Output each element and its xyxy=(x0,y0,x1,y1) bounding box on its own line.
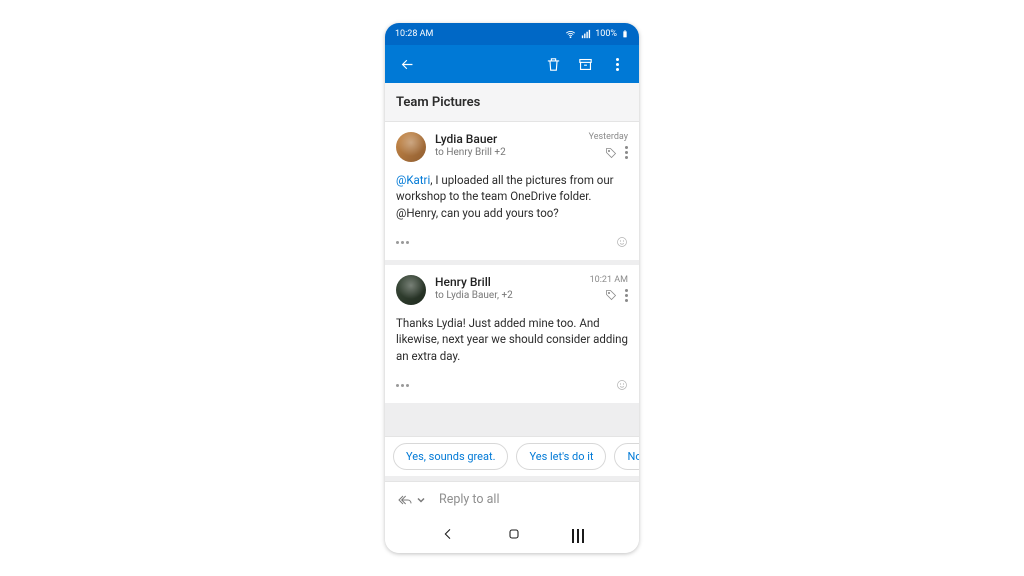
subject-bar: Team Pictures xyxy=(385,83,639,122)
suggestion-chip[interactable]: Yes let's do it xyxy=(516,443,606,470)
wifi-icon xyxy=(565,29,576,40)
tag-icon[interactable] xyxy=(605,147,617,159)
signal-icon xyxy=(580,29,591,40)
back-button[interactable] xyxy=(391,48,423,80)
message-timestamp: Yesterday xyxy=(589,132,628,142)
status-icons: 100% xyxy=(565,28,629,40)
more-vert-icon xyxy=(616,58,619,71)
message-timestamp: 10:21 AM xyxy=(590,275,628,285)
recipients-line[interactable]: to Henry Brill +2 xyxy=(435,147,580,158)
smiley-icon xyxy=(616,236,628,248)
thread[interactable]: Lydia Bauer to Henry Brill +2 Yesterday … xyxy=(385,122,639,519)
message-overflow-button[interactable] xyxy=(625,146,628,159)
status-bar: 10:28 AM 100% xyxy=(385,23,639,45)
battery-icon xyxy=(621,28,629,40)
sender-name: Henry Brill xyxy=(435,275,581,289)
recipients-line[interactable]: to Lydia Bauer, +2 xyxy=(435,290,581,301)
message-card: Lydia Bauer to Henry Brill +2 Yesterday … xyxy=(385,122,639,260)
square-icon xyxy=(506,526,522,542)
reply-mode-button[interactable] xyxy=(397,494,429,506)
reply-bar: Reply to all xyxy=(385,481,639,519)
reply-input[interactable]: Reply to all xyxy=(439,492,627,507)
message-card: Henry Brill to Lydia Bauer, +2 10:21 AM … xyxy=(385,265,639,403)
nav-back-button[interactable] xyxy=(440,526,456,546)
message-body: Thanks Lydia! Just added mine too. And l… xyxy=(396,315,628,364)
nav-recents-button[interactable] xyxy=(572,529,584,543)
delete-button[interactable] xyxy=(537,48,569,80)
message-body: @Katri, I uploaded all the pictures from… xyxy=(396,172,628,221)
chevron-down-icon xyxy=(413,494,429,506)
avatar[interactable] xyxy=(396,275,426,305)
expand-quoted-button[interactable] xyxy=(396,241,409,244)
suggestion-chip[interactable]: Yes, sounds great. xyxy=(393,443,508,470)
reply-all-icon xyxy=(397,494,413,506)
app-bar xyxy=(385,45,639,83)
chevron-left-icon xyxy=(440,526,456,542)
android-nav-bar xyxy=(385,519,639,553)
overflow-button[interactable] xyxy=(601,48,633,80)
sender-name: Lydia Bauer xyxy=(435,132,580,146)
smiley-icon xyxy=(616,379,628,391)
mention[interactable]: @Katri xyxy=(396,173,430,187)
message-overflow-button[interactable] xyxy=(625,289,628,302)
status-time: 10:28 AM xyxy=(395,29,433,39)
tag-icon[interactable] xyxy=(605,289,617,301)
recents-icon xyxy=(572,529,584,543)
trash-icon xyxy=(545,56,562,73)
react-button[interactable] xyxy=(616,376,628,395)
phone-frame: 10:28 AM 100% Team Pictures xyxy=(385,23,639,553)
arrow-left-icon xyxy=(399,56,416,73)
archive-button[interactable] xyxy=(569,48,601,80)
suggested-replies: Yes, sounds great. Yes let's do it Not t… xyxy=(385,436,639,476)
archive-icon xyxy=(577,56,594,73)
subject-text: Team Pictures xyxy=(396,95,480,110)
react-button[interactable] xyxy=(616,233,628,252)
expand-quoted-button[interactable] xyxy=(396,384,409,387)
nav-home-button[interactable] xyxy=(506,526,522,546)
battery-percent: 100% xyxy=(595,29,617,39)
suggestion-chip[interactable]: Not this xyxy=(614,443,639,470)
avatar[interactable] xyxy=(396,132,426,162)
